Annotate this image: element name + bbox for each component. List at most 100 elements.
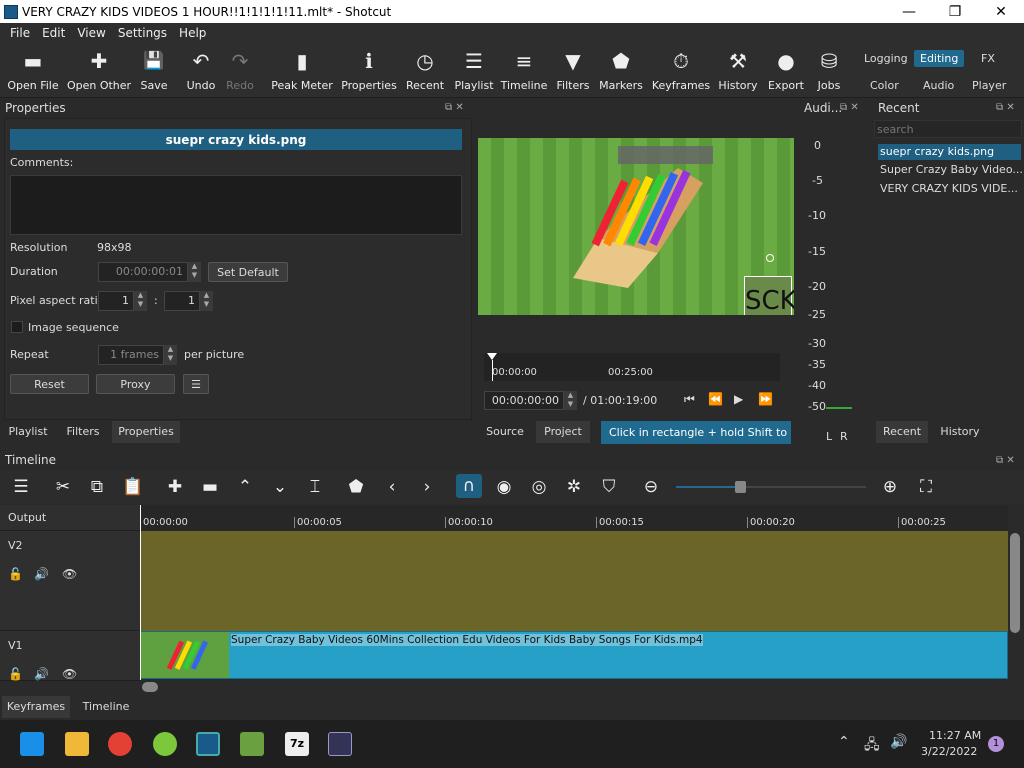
layout-fx[interactable]: FX	[975, 50, 1001, 67]
h-scrollbar-handle[interactable]	[142, 682, 158, 692]
eye-icon[interactable]: 👁	[62, 667, 77, 681]
player-timecode-input[interactable]: 00:00:00:00	[484, 391, 564, 410]
tab-project[interactable]: Project	[536, 421, 590, 443]
audio-panel-float-close-icons[interactable]: ⧉ ✕	[840, 102, 859, 113]
ripple-all-icon[interactable]: ✲	[561, 477, 587, 497]
ripple-markers-icon[interactable]: ⛉	[596, 477, 622, 497]
paste-icon[interactable]: 📋	[120, 477, 146, 497]
snap-magnet-icon[interactable]: ∩	[456, 474, 482, 498]
tab-filters[interactable]: Filters	[58, 421, 108, 443]
layout-logging[interactable]: Logging	[858, 50, 914, 67]
rewind-icon[interactable]: ⏪	[708, 392, 723, 406]
tab-source[interactable]: Source	[481, 421, 529, 443]
duration-spinner[interactable]: ▲ ▼	[188, 262, 201, 282]
next-marker-icon[interactable]: ›	[414, 477, 440, 497]
android-app-icon[interactable]	[153, 732, 177, 756]
copy-icon[interactable]: ⧉	[84, 477, 110, 497]
menu-help[interactable]: Help	[179, 26, 206, 40]
zoom-out-icon[interactable]: ⊖	[638, 477, 664, 497]
redo-button[interactable]: ↷ Redo	[211, 49, 269, 92]
menu-view[interactable]: View	[77, 26, 105, 40]
shotcut-taskbar-icon[interactable]	[196, 732, 220, 756]
open-other-button[interactable]: ✚ Open Other	[67, 49, 131, 92]
layout-editing[interactable]: Editing	[914, 50, 965, 67]
clip-v1[interactable]: Super Crazy Baby Videos 60Mins Collectio…	[140, 631, 1008, 679]
prev-marker-icon[interactable]: ‹	[379, 477, 405, 497]
chevron-up-icon[interactable]: ⌃	[838, 734, 850, 750]
tab-history[interactable]: History	[934, 421, 986, 443]
keyframes-button[interactable]: ⏱ Keyframes	[652, 49, 710, 92]
layout-audio[interactable]: Audio	[917, 77, 960, 94]
repeat-input[interactable]: 1 frames	[98, 345, 164, 365]
zoom-in-icon[interactable]: ⊕	[877, 477, 903, 497]
panel-float-close-icons[interactable]: ⧉ ✕	[445, 102, 464, 113]
properties-button[interactable]: ℹ Properties	[340, 49, 398, 92]
rotate-handle[interactable]	[766, 254, 774, 262]
peak-meter-button[interactable]: ▮ Peak Meter	[271, 49, 332, 92]
tab-recent[interactable]: Recent	[876, 421, 928, 443]
reset-button[interactable]: Reset	[10, 374, 89, 394]
duration-input[interactable]: 00:00:00:01	[98, 262, 188, 282]
open-file-button[interactable]: ▬ Open File	[4, 49, 62, 92]
set-default-button[interactable]: Set Default	[208, 262, 288, 282]
recent-item-2[interactable]: VERY CRAZY KIDS VIDE...	[880, 182, 1018, 195]
paint-icon[interactable]	[328, 732, 352, 756]
repeat-spinner[interactable]: ▲ ▼	[164, 345, 177, 365]
skip-to-start-icon[interactable]: ⏮	[684, 392, 695, 407]
overwrite-icon[interactable]: ⌄	[267, 477, 293, 497]
timeline-ruler[interactable]: 00:00:00 00:00:05 00:00:10 00:00:15 00:0…	[140, 505, 1008, 531]
tab-keyframes[interactable]: Keyframes	[2, 696, 70, 718]
track-v2-lane[interactable]	[140, 531, 1008, 631]
ripple-icon[interactable]: ◎	[526, 477, 552, 497]
mute-icon[interactable]: 🔊	[34, 667, 49, 681]
lift-icon[interactable]: ⌃	[232, 477, 258, 497]
menu-settings[interactable]: Settings	[118, 26, 167, 40]
timeline-playhead[interactable]	[140, 505, 141, 680]
comments-textarea[interactable]	[10, 175, 462, 235]
par-numerator-input[interactable]: 1	[98, 291, 134, 311]
menu-file[interactable]: File	[10, 26, 30, 40]
timecode-spinner[interactable]: ▲ ▼	[564, 391, 577, 410]
7zip-icon[interactable]: 7z	[285, 732, 309, 756]
layout-player[interactable]: Player	[966, 77, 1012, 94]
clock-time[interactable]: 11:27 AM	[929, 729, 981, 742]
playhead-marker[interactable]	[487, 353, 497, 360]
zoom-slider[interactable]	[676, 486, 866, 488]
cut-icon[interactable]: ✂	[50, 477, 76, 497]
split-icon[interactable]: ⌶	[302, 477, 328, 497]
mute-icon[interactable]: 🔊	[34, 567, 49, 581]
recent-item-0[interactable]: suepr crazy kids.png	[878, 144, 1021, 160]
maximize-button[interactable]: ❐	[932, 0, 978, 23]
par-numerator-spinner[interactable]: ▲ ▼	[134, 291, 147, 311]
markers-button[interactable]: ⬟ Markers	[592, 49, 650, 92]
timeline-float-close-icons[interactable]: ⧉ ✕	[996, 455, 1015, 466]
lock-icon[interactable]: 🔓	[8, 667, 23, 681]
fast-forward-icon[interactable]: ⏩	[758, 392, 773, 406]
layout-color[interactable]: Color	[864, 77, 905, 94]
windows-start-icon[interactable]	[20, 732, 44, 756]
minimize-button[interactable]: —	[886, 0, 932, 23]
image-sequence-checkbox[interactable]	[11, 321, 23, 333]
tab-timeline[interactable]: Timeline	[76, 696, 136, 718]
zoom-slider-handle[interactable]	[735, 481, 746, 493]
recent-panel-float-close-icons[interactable]: ⧉ ✕	[996, 102, 1015, 113]
tab-playlist[interactable]: Playlist	[2, 421, 54, 443]
overlay-image[interactable]: SCK	[744, 276, 794, 315]
par-denominator-spinner[interactable]: ▲ ▼	[200, 291, 213, 311]
menu-edit[interactable]: Edit	[42, 26, 65, 40]
timeline-menu-icon[interactable]: ☰	[8, 477, 34, 497]
lock-icon[interactable]: 🔓	[8, 567, 23, 581]
scrub-icon[interactable]: ◉	[491, 477, 517, 497]
recent-item-1[interactable]: Super Crazy Baby Video...	[880, 163, 1023, 176]
remove-icon[interactable]: ▬	[197, 477, 223, 497]
close-button[interactable]: ✕	[978, 0, 1024, 23]
notepad-icon[interactable]	[240, 732, 264, 756]
video-preview[interactable]: SCK	[478, 138, 794, 315]
track-header-v1[interactable]: V1 🔓 🔊 👁	[0, 631, 140, 681]
notification-badge[interactable]: 1	[988, 736, 1004, 752]
zoom-fit-icon[interactable]: ⛶	[913, 477, 939, 497]
v-scrollbar-handle[interactable]	[1010, 533, 1020, 633]
file-explorer-icon[interactable]	[65, 732, 89, 756]
proxy-button[interactable]: Proxy	[96, 374, 175, 394]
eye-icon[interactable]: 👁	[62, 567, 77, 581]
